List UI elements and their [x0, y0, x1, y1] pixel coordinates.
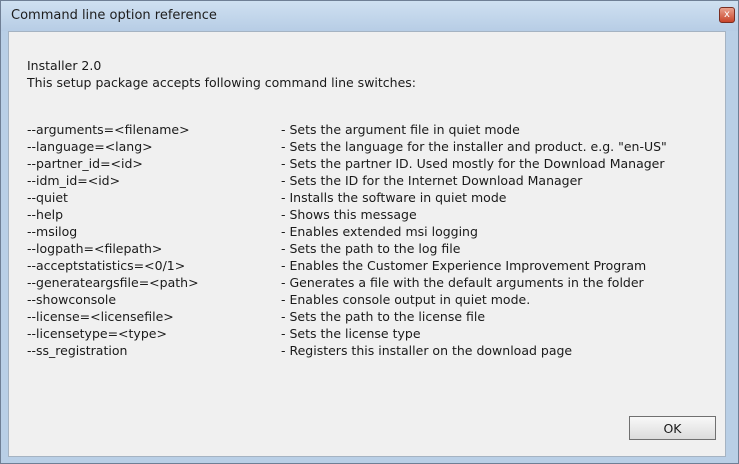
- option-switch: --help: [27, 207, 64, 222]
- option-description: - Enables console output in quiet mode.: [281, 292, 531, 307]
- option-switch: --quiet: [27, 190, 68, 205]
- option-switch: --license=<licensefile>: [27, 309, 174, 324]
- option-switch: --partner_id=<id>: [27, 156, 143, 171]
- window-title: Command line option reference: [11, 8, 217, 23]
- dialog-content: Installer 2.0 This setup package accepts…: [8, 31, 726, 457]
- option-switch: --arguments=<filename>: [27, 122, 190, 137]
- close-icon: x: [724, 9, 730, 20]
- close-button[interactable]: x: [719, 7, 735, 23]
- option-description: - Generates a file with the default argu…: [281, 275, 644, 290]
- title-bar[interactable]: Command line option reference x: [1, 1, 738, 31]
- option-switch: --showconsole: [27, 292, 117, 307]
- ok-button[interactable]: OK: [629, 416, 716, 440]
- option-description: - Sets the path to the log file: [281, 241, 461, 256]
- option-description: - Installs the software in quiet mode: [281, 190, 507, 205]
- option-description: - Sets the ID for the Internet Download …: [281, 173, 583, 188]
- option-switch: --acceptstatistics=<0/1>: [27, 258, 186, 273]
- option-switch: --language=<lang>: [27, 139, 153, 154]
- option-switch: --logpath=<filepath>: [27, 241, 163, 256]
- option-description: - Enables extended msi logging: [281, 224, 478, 239]
- option-description: - Sets the partner ID. Used mostly for t…: [281, 156, 665, 171]
- option-description: - Shows this message: [281, 207, 417, 222]
- option-description: - Enables the Customer Experience Improv…: [281, 258, 647, 273]
- option-switch: --licensetype=<type>: [27, 326, 167, 341]
- option-description: - Sets the path to the license file: [281, 309, 486, 324]
- option-description: - Sets the argument file in quiet mode: [281, 122, 520, 137]
- header-text: Installer 2.0 This setup package accepts…: [27, 57, 416, 91]
- option-description: - Registers this installer on the downlo…: [281, 343, 573, 358]
- installer-version: Installer 2.0: [27, 58, 102, 73]
- option-description: - Sets the license type: [281, 326, 421, 341]
- option-switch: --ss_registration: [27, 343, 128, 358]
- option-switch: --idm_id=<id>: [27, 173, 121, 188]
- option-description: - Sets the language for the installer an…: [281, 139, 667, 154]
- option-switch: --generateargsfile=<path>: [27, 275, 199, 290]
- option-switch: --msilog: [27, 224, 78, 239]
- dialog-window: Command line option reference x Installe…: [0, 0, 739, 464]
- intro-text: This setup package accepts following com…: [27, 75, 416, 90]
